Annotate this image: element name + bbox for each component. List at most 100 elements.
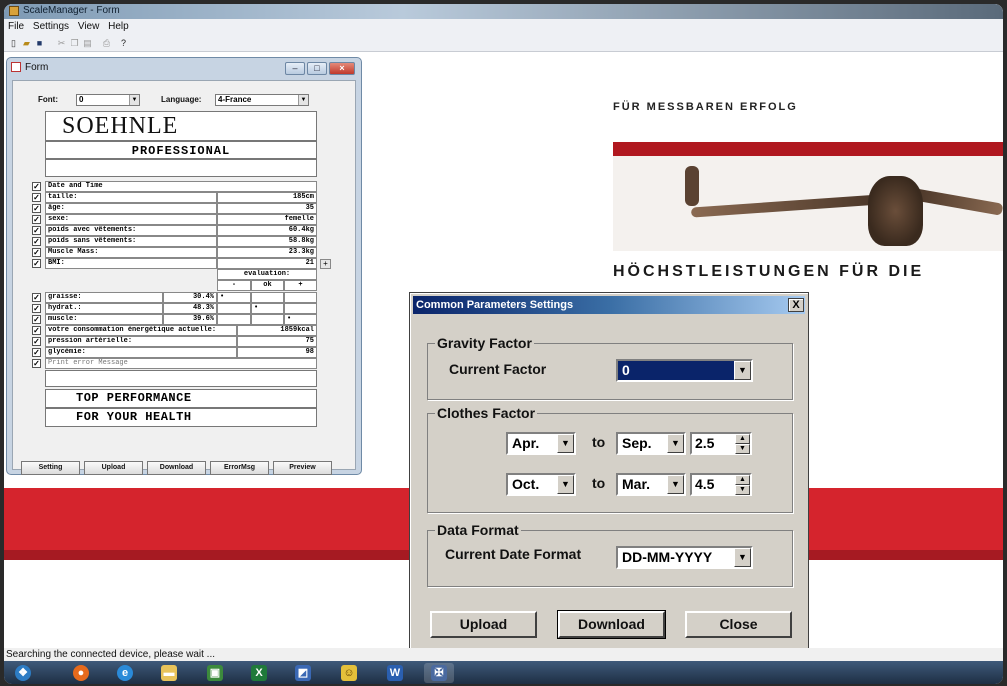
- row-checkbox[interactable]: ✓: [32, 204, 41, 213]
- clothes-factor-1-spinner[interactable]: 2.5 ▲ ▼: [690, 432, 752, 455]
- clothes-factor-2-spinner[interactable]: 4.5 ▲ ▼: [690, 473, 752, 496]
- row-checkbox[interactable]: ✓: [32, 359, 41, 368]
- font-value: 0: [79, 95, 84, 104]
- clothes-to-1-select[interactable]: Sep. ▼: [616, 432, 686, 455]
- row-checkbox[interactable]: ✓: [32, 304, 41, 313]
- font-select[interactable]: 0 ▼: [76, 94, 140, 106]
- date-format-group-label: Data Format: [435, 522, 521, 538]
- row-value: 30.4%: [163, 292, 217, 303]
- clothes-from-1-select[interactable]: Apr. ▼: [506, 432, 576, 455]
- dialog-title: Common Parameters Settings: [413, 296, 805, 314]
- spin-down-icon[interactable]: ▼: [735, 444, 750, 454]
- smiley-icon: ☺: [341, 665, 357, 681]
- footer-line-2[interactable]: FOR YOUR HEALTH: [45, 408, 317, 427]
- clothes-factor-2-value: 4.5: [695, 476, 715, 492]
- footer-line-1[interactable]: TOP PERFORMANCE: [45, 389, 317, 408]
- row-checkbox[interactable]: ✓: [32, 337, 41, 346]
- row-bmi: ✓ BMI: 21 +: [25, 258, 331, 269]
- maximize-button[interactable]: □: [307, 62, 327, 75]
- dialog-upload-button[interactable]: Upload: [430, 611, 537, 638]
- menu-settings[interactable]: Settings: [29, 19, 71, 32]
- current-factor-value: 0: [622, 362, 630, 378]
- menu-help[interactable]: Help: [104, 19, 131, 32]
- form-title: Form: [25, 62, 49, 73]
- clothes-to-2-select[interactable]: Mar. ▼: [616, 473, 686, 496]
- start-orb-icon: ❖: [15, 665, 31, 681]
- date-checkbox[interactable]: ✓: [32, 182, 41, 191]
- chevron-down-icon: ▼: [298, 95, 308, 105]
- row-error: ✓ Print error Message: [25, 358, 319, 369]
- row-label: pression artérielle:: [45, 336, 237, 347]
- date-label: Date and Time: [45, 181, 317, 192]
- dialog-download-button[interactable]: Download: [557, 610, 666, 639]
- print-icon[interactable]: ⎙: [101, 38, 112, 49]
- row-checkbox[interactable]: ✓: [32, 193, 41, 202]
- word-icon: W: [387, 665, 403, 681]
- taskbar-remote[interactable]: ◩: [288, 663, 318, 683]
- spin-up-icon[interactable]: ▲: [735, 434, 750, 444]
- date-format-group: Data Format Current Date Format DD-MM-YY…: [427, 522, 793, 587]
- taskbar-app[interactable]: ▣: [200, 663, 230, 683]
- clothes-from-2-select[interactable]: Oct. ▼: [506, 473, 576, 496]
- menu-bar: File Settings View Help: [4, 19, 1003, 35]
- evaluation-title: evaluation:: [217, 269, 317, 280]
- menu-view[interactable]: View: [74, 19, 102, 32]
- row-checkbox[interactable]: ✓: [32, 315, 41, 324]
- language-select[interactable]: 4-France ▼: [215, 94, 309, 106]
- firefox-icon: ●: [73, 665, 89, 681]
- row-checkbox[interactable]: ✓: [32, 293, 41, 302]
- row-checkbox[interactable]: ✓: [32, 237, 41, 246]
- row-checkbox[interactable]: ✓: [32, 248, 41, 257]
- blank-field-2[interactable]: [45, 370, 317, 387]
- help-icon[interactable]: ?: [118, 38, 129, 49]
- blank-field[interactable]: [45, 159, 317, 177]
- save-icon[interactable]: ■: [34, 38, 45, 49]
- form-close-button[interactable]: ×: [329, 62, 355, 75]
- errormsg-button[interactable]: ErrorMsg: [210, 461, 269, 475]
- setting-button[interactable]: Setting: [21, 461, 80, 475]
- subtitle-field[interactable]: PROFESSIONAL: [45, 141, 317, 159]
- eval-row-graisse: ✓ graisse: 30.4% •: [25, 292, 319, 303]
- cut-icon[interactable]: ✂: [56, 38, 67, 49]
- upload-button[interactable]: Upload: [84, 461, 143, 475]
- common-parameters-dialog: Common Parameters Settings X Gravity Fac…: [409, 292, 809, 662]
- spin-up-icon[interactable]: ▲: [735, 475, 750, 485]
- minimize-button[interactable]: –: [285, 62, 305, 75]
- dialog-close-text-button[interactable]: Close: [685, 611, 792, 638]
- taskbar-excel[interactable]: X: [244, 663, 274, 683]
- date-format-select[interactable]: DD-MM-YYYY ▼: [616, 546, 753, 569]
- row-checkbox[interactable]: ✓: [32, 215, 41, 224]
- eval-mark-cell: •: [284, 314, 317, 325]
- taskbar-firefox[interactable]: ●: [66, 663, 96, 683]
- logo-field[interactable]: SOEHNLE: [45, 111, 317, 141]
- row-value: 23.3kg: [217, 247, 317, 258]
- form-icon: [11, 62, 21, 72]
- copy-icon[interactable]: ❐: [69, 38, 80, 49]
- spin-down-icon[interactable]: ▼: [735, 485, 750, 495]
- add-row-button[interactable]: +: [320, 259, 331, 269]
- row-checkbox[interactable]: ✓: [32, 226, 41, 235]
- row-checkbox[interactable]: ✓: [32, 259, 41, 268]
- row-energie: ✓ votre consommation énergétique actuell…: [25, 325, 319, 336]
- taskbar-smiley[interactable]: ☺: [334, 663, 364, 683]
- paste-icon[interactable]: ▤: [82, 38, 93, 49]
- date-format-value: DD-MM-YYYY: [622, 549, 713, 565]
- taskbar-ie[interactable]: e: [110, 663, 140, 683]
- open-folder-icon[interactable]: ▰: [21, 38, 32, 49]
- dialog-close-button[interactable]: X: [788, 298, 804, 312]
- eval-col-plus: +: [284, 280, 317, 291]
- row-checkbox[interactable]: ✓: [32, 348, 41, 357]
- new-file-icon[interactable]: ▯: [8, 38, 19, 49]
- row-label: Muscle Mass:: [45, 247, 217, 258]
- start-button[interactable]: ❖: [8, 663, 38, 683]
- taskbar-word[interactable]: W: [380, 663, 410, 683]
- clothes-from-1-value: Apr.: [512, 435, 540, 451]
- taskbar-scalemanager[interactable]: ✠: [424, 663, 454, 683]
- download-button[interactable]: Download: [147, 461, 206, 475]
- taskbar-folder[interactable]: ▬: [154, 663, 184, 683]
- scalemanager-icon: ✠: [431, 665, 447, 681]
- menu-file[interactable]: File: [4, 19, 26, 32]
- row-checkbox[interactable]: ✓: [32, 326, 41, 335]
- preview-button[interactable]: Preview: [273, 461, 332, 475]
- current-factor-select[interactable]: 0 ▼: [616, 359, 753, 382]
